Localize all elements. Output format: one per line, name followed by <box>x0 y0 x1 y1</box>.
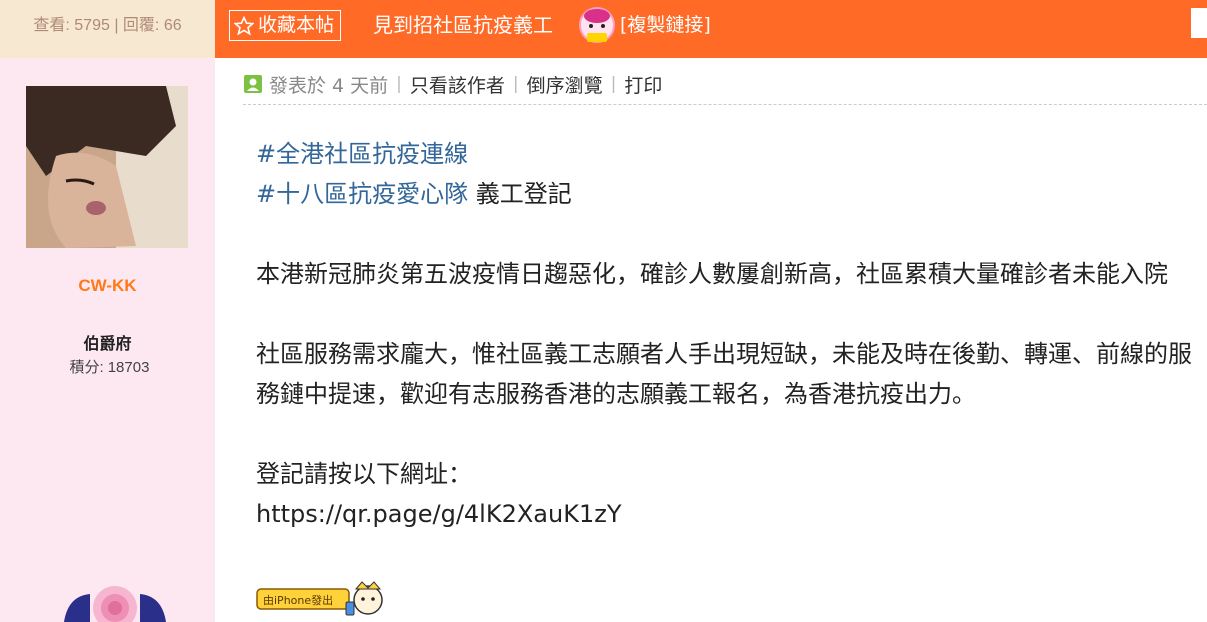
thread-header: 收藏本帖 見到招社區抗疫義工 [複製鏈接] <box>215 0 1207 58</box>
header-right-box <box>1191 8 1207 38</box>
online-status-icon <box>244 75 262 93</box>
only-author-link[interactable]: 只看該作者 <box>410 71 505 98</box>
iphone-badge-text: 由iPhone發出 <box>263 593 333 607</box>
meta-divider: | <box>512 74 519 94</box>
mascot-icon <box>579 7 615 43</box>
reverse-order-link[interactable]: 倒序瀏覽 <box>527 71 603 98</box>
stats-separator: | <box>114 17 119 34</box>
thread-stats: 查看: 5795 | 回覆: 66 <box>0 0 215 58</box>
post-content: #全港社區抗疫連線 #十八區抗疫愛心隊 義工登記 本港新冠肺炎第五波疫情日趨惡化… <box>256 134 1206 534</box>
hashtag-link[interactable]: #十八區抗疫愛心隊 <box>256 180 468 208</box>
registration-link[interactable]: https://qr.page/g/4lK2XauK1zY <box>256 494 1206 534</box>
views-label: 查看: <box>33 17 70 34</box>
replies-count: 66 <box>163 17 182 34</box>
thread-title: 見到招社區抗疫義工 <box>373 13 553 37</box>
hashtag-suffix: 義工登記 <box>468 180 572 208</box>
print-link[interactable]: 打印 <box>624 71 662 98</box>
meta-separator <box>243 104 1207 105</box>
user-rank: 伯爵府 <box>83 334 132 353</box>
star-icon <box>234 15 254 36</box>
points-label: 積分: <box>69 359 104 376</box>
hashtag-line-2: #十八區抗疫愛心隊 義工登記 <box>256 174 1206 214</box>
post-meta-bar: 發表於 4 天前 | 只看該作者 | 倒序瀏覽 | 打印 <box>243 70 662 98</box>
meta-divider: | <box>396 74 402 94</box>
meta-divider: | <box>610 74 617 94</box>
hashtag-line-1: #全港社區抗疫連線 <box>256 134 1206 174</box>
views-count: 5795 <box>74 17 110 34</box>
hashtag-link[interactable]: #全港社區抗疫連線 <box>256 140 468 168</box>
favorite-button[interactable]: 收藏本帖 <box>229 10 342 41</box>
paragraph-1: 本港新冠肺炎第五波疫情日趨惡化，確診人數屢創新高，社區累積大量確診者未能入院 <box>256 260 1168 288</box>
points-value: 18703 <box>107 359 150 376</box>
paragraph-3: 登記請按以下網址： <box>256 460 472 488</box>
paragraph-2: 社區服務需求龐大，惟社區義工志願者人手出現短缺，未能及時在後勤、轉運、前線的服務… <box>256 340 1192 408</box>
favorite-label: 收藏本帖 <box>258 14 335 36</box>
post-time: 發表於 4 天前 <box>269 74 389 97</box>
avatar[interactable] <box>26 86 188 248</box>
replies-label: 回覆: <box>122 17 160 34</box>
top-bar: 查看: 5795 | 回覆: 66 收藏本帖 見到招社區抗疫義工 [複製鏈接] <box>0 0 1207 58</box>
medal-icon <box>64 586 166 622</box>
username[interactable]: CW-KK <box>0 276 215 296</box>
copy-link-button[interactable]: [複製鏈接] <box>620 10 711 41</box>
author-sidebar: CW-KK 伯爵府 積分: 18703 <box>0 58 215 622</box>
user-points: 積分: 18703 <box>0 356 215 377</box>
iphone-badge: 由iPhone發出 <box>256 581 383 616</box>
